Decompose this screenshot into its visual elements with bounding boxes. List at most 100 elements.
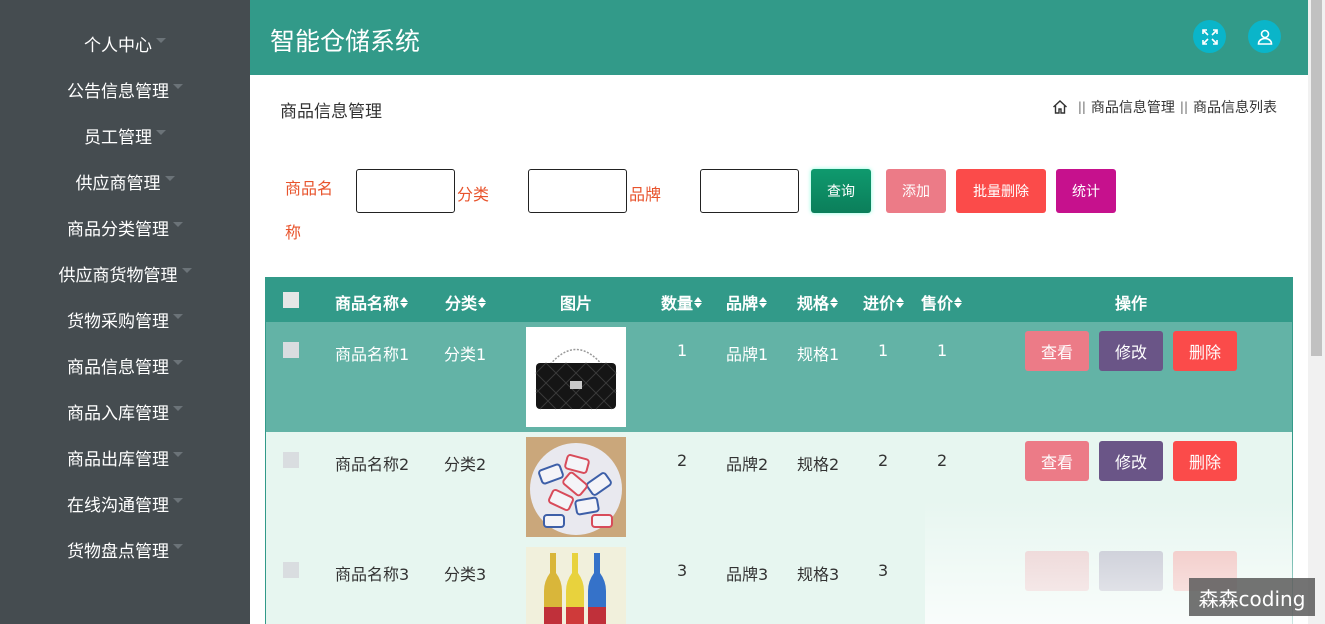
sort-icon <box>759 296 768 308</box>
user-icon <box>1257 29 1272 45</box>
column-header-actions: 操作 <box>1115 294 1148 313</box>
cell-purchase-price: 3 <box>878 561 889 580</box>
sidebar-item-supplier-goods[interactable]: 供应商货物管理 <box>0 250 250 296</box>
caret-down-icon <box>156 129 166 135</box>
cell-name: 商品名称2 <box>335 455 410 474</box>
sidebar-item-label: 商品信息管理 <box>67 357 169 378</box>
sidebar-item-announcements[interactable]: 公告信息管理 <box>0 66 250 112</box>
sidebar-item-categories[interactable]: 商品分类管理 <box>0 204 250 250</box>
delete-button[interactable]: 删除 <box>1173 331 1237 371</box>
name-label: 商品名称 <box>285 179 334 242</box>
cell-purchase-price: 1 <box>878 341 889 360</box>
sidebar-item-label: 货物盘点管理 <box>67 541 169 562</box>
caret-down-icon <box>173 313 183 319</box>
view-button[interactable]: 查看 <box>1025 441 1089 481</box>
column-header-image: 图片 <box>560 294 593 313</box>
query-button[interactable]: 查询 <box>811 169 871 213</box>
column-header-brand[interactable]: 品牌 <box>726 290 768 314</box>
caret-down-icon <box>173 221 183 227</box>
cell-spec: 规格3 <box>797 565 840 584</box>
select-all-checkbox[interactable] <box>283 292 299 308</box>
category-label: 分类 <box>457 185 490 204</box>
category-search-input[interactable] <box>528 169 627 213</box>
sort-icon <box>954 296 963 308</box>
sidebar-item-label: 员工管理 <box>84 127 152 148</box>
sidebar-item-label: 商品入库管理 <box>67 403 169 424</box>
cell-brand: 品牌2 <box>726 455 769 474</box>
caret-down-icon <box>181 267 192 273</box>
scrollbar-thumb[interactable] <box>1311 0 1322 356</box>
sidebar-item-label: 货物采购管理 <box>67 311 169 332</box>
column-header-quantity[interactable]: 数量 <box>661 290 703 314</box>
sort-icon <box>830 296 839 308</box>
view-button[interactable]: 查看 <box>1025 331 1089 371</box>
bottles-image <box>544 553 606 624</box>
sidebar-item-purchases[interactable]: 货物采购管理 <box>0 296 250 342</box>
cell-purchase-price: 2 <box>878 451 889 470</box>
delete-button[interactable]: 删除 <box>1173 441 1237 481</box>
sidebar-item-label: 个人中心 <box>84 35 152 56</box>
row-checkbox[interactable] <box>283 562 299 578</box>
column-header-sale-price[interactable]: 售价 <box>921 290 963 314</box>
sidebar-item-personal-center[interactable]: 个人中心 <box>0 20 250 66</box>
cell-brand: 品牌3 <box>726 565 769 584</box>
watermark: 森森coding <box>1189 578 1315 616</box>
cell-sale-price: 1 <box>937 341 948 360</box>
sidebar-item-label: 供应商货物管理 <box>58 265 178 286</box>
edit-button[interactable]: 修改 <box>1099 331 1163 371</box>
brand-search-input[interactable] <box>700 169 799 213</box>
caret-down-icon <box>173 405 183 411</box>
cell-quantity: 2 <box>677 451 688 470</box>
sidebar-item-suppliers[interactable]: 供应商管理 <box>0 158 250 204</box>
app-title: 智能仓储系统 <box>270 27 421 56</box>
candy-image <box>530 443 622 535</box>
sort-icon <box>478 296 487 308</box>
breadcrumb-item: 商品信息列表 <box>1193 100 1277 116</box>
column-header-purchase-price[interactable]: 进价 <box>863 290 905 314</box>
user-menu-button[interactable] <box>1248 20 1281 53</box>
sort-icon <box>896 296 905 308</box>
sidebar-item-label: 商品分类管理 <box>67 219 169 240</box>
caret-down-icon <box>173 359 183 365</box>
add-button[interactable]: 添加 <box>886 169 946 213</box>
home-icon[interactable] <box>1052 99 1068 115</box>
caret-down-icon <box>173 83 183 89</box>
sidebar-item-product-info[interactable]: 商品信息管理 <box>0 342 250 388</box>
column-header-category[interactable]: 分类 <box>445 290 487 314</box>
row-checkbox[interactable] <box>283 452 299 468</box>
expand-icon <box>1201 28 1218 45</box>
page-scrollbar[interactable] <box>1308 0 1325 624</box>
column-header-name[interactable]: 商品名称 <box>335 290 409 314</box>
table-header: 商品名称 分类 图片 数量 品牌 规格 进价 售价 操作 <box>266 277 1292 322</box>
stats-button[interactable]: 统计 <box>1056 169 1116 213</box>
row-checkbox[interactable] <box>283 342 299 358</box>
top-header: 智能仓储系统 <box>250 0 1308 75</box>
fullscreen-button[interactable] <box>1193 20 1226 53</box>
cell-category: 分类1 <box>444 345 487 364</box>
sidebar-item-chat[interactable]: 在线沟通管理 <box>0 480 250 526</box>
product-image <box>526 437 626 537</box>
cell-sale-price: 2 <box>937 451 948 470</box>
cell-spec: 规格1 <box>797 345 840 364</box>
cell-spec: 规格2 <box>797 455 840 474</box>
caret-down-icon <box>164 175 175 181</box>
caret-down-icon <box>173 497 183 503</box>
batch-delete-button[interactable]: 批量删除 <box>956 169 1046 213</box>
caret-down-icon <box>173 543 183 549</box>
edit-button[interactable]: 修改 <box>1099 441 1163 481</box>
sidebar-item-inventory[interactable]: 货物盘点管理 <box>0 526 250 572</box>
sidebar-item-outbound[interactable]: 商品出库管理 <box>0 434 250 480</box>
product-image <box>526 547 626 624</box>
product-image <box>526 327 626 427</box>
sidebar-item-label: 在线沟通管理 <box>67 495 169 516</box>
cell-category: 分类3 <box>444 565 487 584</box>
cell-name: 商品名称1 <box>335 345 410 364</box>
handbag-image <box>535 348 617 410</box>
sidebar-item-employees[interactable]: 员工管理 <box>0 112 250 158</box>
caret-down-icon <box>156 37 166 43</box>
breadcrumb-item[interactable]: 商品信息管理 <box>1091 97 1175 117</box>
sidebar-item-inbound[interactable]: 商品入库管理 <box>0 388 250 434</box>
column-header-spec[interactable]: 规格 <box>797 290 839 314</box>
name-search-input[interactable] <box>356 169 455 213</box>
breadcrumb: || 商品信息管理 || 商品信息列表 <box>1052 97 1277 117</box>
